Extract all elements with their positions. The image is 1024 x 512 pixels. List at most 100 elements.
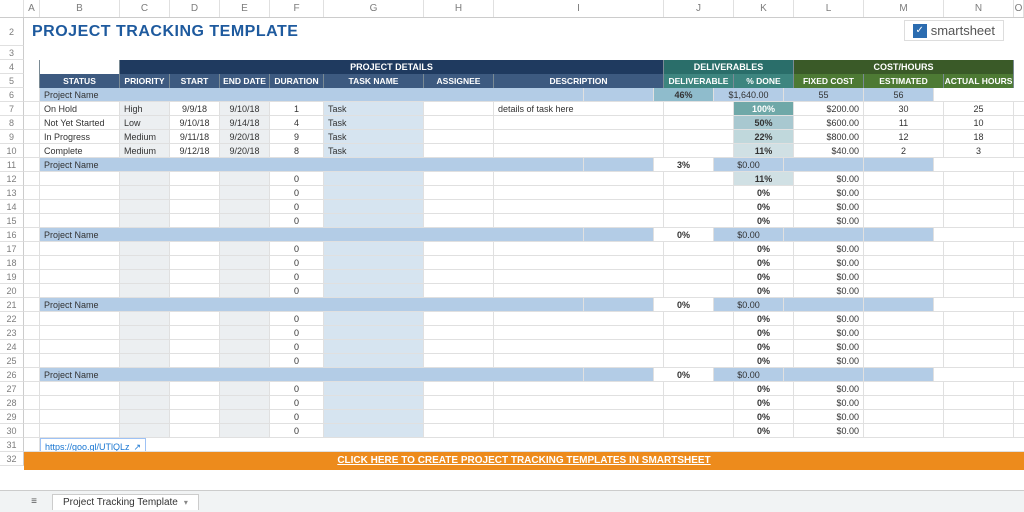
table-row[interactable]: 0 0% $0.00 xyxy=(24,270,1024,284)
cell-cost[interactable]: $600.00 xyxy=(794,116,864,129)
shortlink[interactable]: https://goo.gl/UTlQLz↗ xyxy=(40,438,146,451)
cell-cost[interactable]: $800.00 xyxy=(794,130,864,143)
row-header-10[interactable]: 10 xyxy=(0,144,24,158)
col-header-I[interactable]: I xyxy=(494,0,664,17)
col-header-F[interactable]: F xyxy=(270,0,324,17)
cell-assignee[interactable] xyxy=(424,116,494,129)
cell-task[interactable]: Task xyxy=(324,144,424,157)
col-header-G[interactable]: G xyxy=(324,0,424,17)
table-row[interactable]: 0 0% $0.00 xyxy=(24,200,1024,214)
col-header-D[interactable]: D xyxy=(170,0,220,17)
row-header-16[interactable]: 16 xyxy=(0,228,24,242)
task-row[interactable]: On Hold High 9/9/18 9/10/18 1 Task detai… xyxy=(24,102,1024,116)
cell-description[interactable]: details of task here xyxy=(494,102,664,115)
cell-priority[interactable]: Medium xyxy=(120,144,170,157)
cell-actual[interactable]: 25 xyxy=(944,102,1014,115)
table-row[interactable]: 0 0% $0.00 xyxy=(24,396,1024,410)
cell-status[interactable]: Complete xyxy=(40,144,120,157)
cell-duration[interactable]: 9 xyxy=(270,130,324,143)
table-row[interactable]: 0 0% $0.00 xyxy=(24,214,1024,228)
col-header-L[interactable]: L xyxy=(794,0,864,17)
row-header-27[interactable]: 27 xyxy=(0,382,24,396)
row-header-18[interactable]: 18 xyxy=(0,256,24,270)
cell-pct[interactable]: 50% xyxy=(734,116,794,129)
col-header-J[interactable]: J xyxy=(664,0,734,17)
cell-priority[interactable]: High xyxy=(120,102,170,115)
cell-task[interactable]: Task xyxy=(324,116,424,129)
cell-cost[interactable]: $200.00 xyxy=(794,102,864,115)
cell-duration[interactable]: 1 xyxy=(270,102,324,115)
row-header-32[interactable]: 32 xyxy=(0,452,24,466)
cell-est[interactable]: 12 xyxy=(864,130,944,143)
cell-actual[interactable]: 18 xyxy=(944,130,1014,143)
cell-end[interactable]: 9/14/18 xyxy=(220,116,270,129)
row-header-17[interactable]: 17 xyxy=(0,242,24,256)
row-header-31[interactable]: 31 xyxy=(0,438,24,452)
cell-start[interactable]: 9/11/18 xyxy=(170,130,220,143)
row-header-3[interactable]: 3 xyxy=(0,46,24,60)
table-row[interactable]: 0 0% $0.00 xyxy=(24,354,1024,368)
cell-start[interactable]: 9/9/18 xyxy=(170,102,220,115)
project-name-cell[interactable]: Project Name xyxy=(40,228,584,241)
summary-cost[interactable]: $1,640.00 xyxy=(714,88,784,101)
sheet-tab[interactable]: Project Tracking Template ▾ xyxy=(52,494,199,510)
row-header-24[interactable]: 24 xyxy=(0,340,24,354)
row-header-7[interactable]: 7 xyxy=(0,102,24,116)
cell-status[interactable]: Not Yet Started xyxy=(40,116,120,129)
project-name-cell[interactable]: Project Name xyxy=(40,88,584,101)
cell-actual[interactable]: 10 xyxy=(944,116,1014,129)
project-name-cell[interactable]: Project Name xyxy=(40,298,584,311)
row-header-28[interactable]: 28 xyxy=(0,396,24,410)
task-row[interactable]: In Progress Medium 9/11/18 9/20/18 9 Tas… xyxy=(24,130,1024,144)
cell-task[interactable]: Task xyxy=(324,130,424,143)
cell-pct[interactable]: 22% xyxy=(734,130,794,143)
project-name-cell[interactable]: Project Name xyxy=(40,368,584,381)
col-header-K[interactable]: K xyxy=(734,0,794,17)
cell-start[interactable]: 9/10/18 xyxy=(170,116,220,129)
cell-deliverable[interactable] xyxy=(664,102,734,115)
row-header-21[interactable]: 21 xyxy=(0,298,24,312)
cell-actual[interactable]: 3 xyxy=(944,144,1014,157)
project-name-cell[interactable]: Project Name xyxy=(40,158,584,171)
cell-priority[interactable]: Low xyxy=(120,116,170,129)
row-header-26[interactable]: 26 xyxy=(0,368,24,382)
cell-cost[interactable]: $40.00 xyxy=(794,144,864,157)
row-header-19[interactable]: 19 xyxy=(0,270,24,284)
cell-status[interactable]: On Hold xyxy=(40,102,120,115)
row-header-20[interactable]: 20 xyxy=(0,284,24,298)
table-row[interactable]: 0 0% $0.00 xyxy=(24,256,1024,270)
row-header-6[interactable]: 6 xyxy=(0,88,24,102)
cell-description[interactable] xyxy=(494,116,664,129)
cell-end[interactable]: 9/20/18 xyxy=(220,130,270,143)
cell-start[interactable]: 9/12/18 xyxy=(170,144,220,157)
row-header-5[interactable]: 5 xyxy=(0,74,24,88)
table-row[interactable]: 0 0% $0.00 xyxy=(24,186,1024,200)
row-header-8[interactable]: 8 xyxy=(0,116,24,130)
project-group-row[interactable]: Project Name 0% $0.00 xyxy=(24,298,1024,312)
row-header-13[interactable]: 13 xyxy=(0,186,24,200)
col-header-B[interactable]: B xyxy=(40,0,120,17)
spreadsheet-grid[interactable]: PROJECT TRACKING TEMPLATE ✓ smartsheet P… xyxy=(24,18,1024,470)
chevron-down-icon[interactable]: ▾ xyxy=(184,498,188,507)
cell-pct[interactable]: 100% xyxy=(734,102,794,115)
row-header-25[interactable]: 25 xyxy=(0,354,24,368)
summary-est[interactable]: 55 xyxy=(784,88,864,101)
table-row[interactable]: 0 11% $0.00 xyxy=(24,172,1024,186)
col-header-E[interactable]: E xyxy=(220,0,270,17)
col-header-M[interactable]: M xyxy=(864,0,944,17)
cell-priority[interactable]: Medium xyxy=(120,130,170,143)
cta-banner[interactable]: CLICK HERE TO CREATE PROJECT TRACKING TE… xyxy=(24,452,1024,470)
project-group-row[interactable]: Project Name 0% $0.00 xyxy=(24,228,1024,242)
cell-end[interactable]: 9/10/18 xyxy=(220,102,270,115)
cell-assignee[interactable] xyxy=(424,130,494,143)
col-header-C[interactable]: C xyxy=(120,0,170,17)
table-row[interactable]: 0 0% $0.00 xyxy=(24,340,1024,354)
row-header-14[interactable]: 14 xyxy=(0,200,24,214)
cell-task[interactable]: Task xyxy=(324,102,424,115)
table-row[interactable]: 0 0% $0.00 xyxy=(24,312,1024,326)
cell-description[interactable] xyxy=(494,144,664,157)
cell-description[interactable] xyxy=(494,130,664,143)
cell-assignee[interactable] xyxy=(424,144,494,157)
col-header-O[interactable]: O xyxy=(1014,0,1024,17)
project-summary-row[interactable]: Project Name 46% $1,640.00 55 56 xyxy=(24,88,1024,102)
